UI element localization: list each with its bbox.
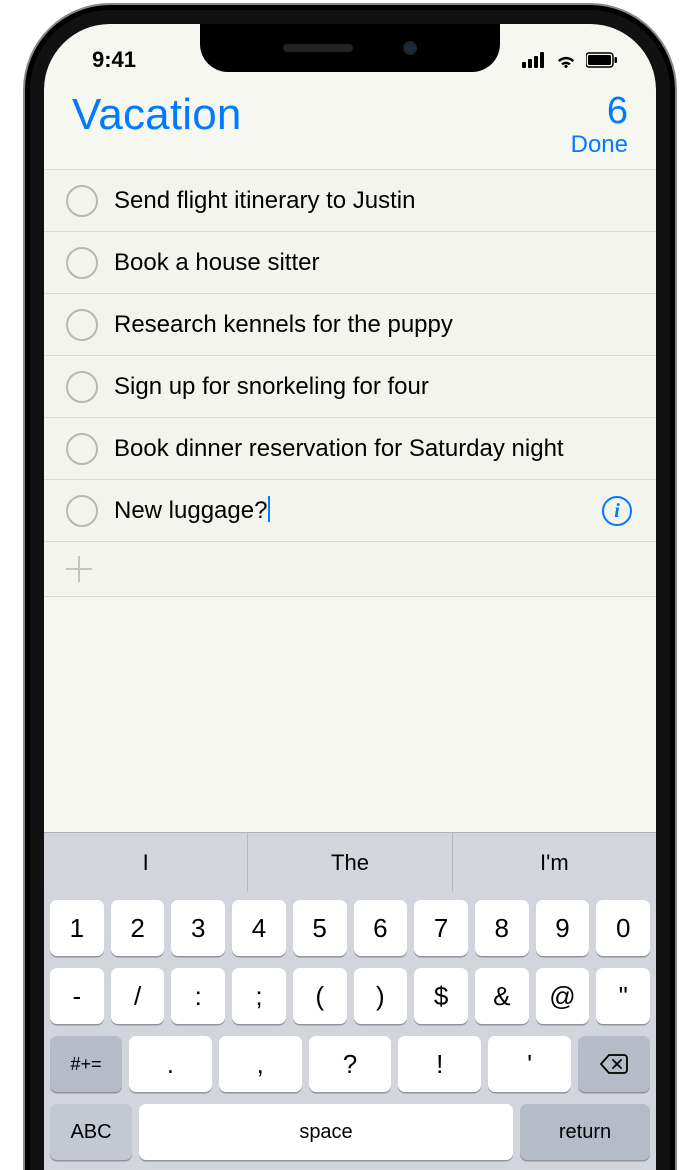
suggestion[interactable]: The [248,833,452,892]
key[interactable]: $ [414,968,468,1024]
battery-icon [586,52,618,68]
reminder-text[interactable]: New luggage? [114,494,634,526]
key[interactable]: / [111,968,165,1024]
suggestion[interactable]: I'm [453,833,656,892]
key[interactable]: 2 [111,900,165,956]
key[interactable]: ' [488,1036,571,1092]
key[interactable]: . [129,1036,212,1092]
key[interactable]: 3 [171,900,225,956]
reminder-count: 6 [571,90,628,133]
key[interactable]: 7 [414,900,468,956]
iphone-frame: 9:41 Vacation 6 Done Send flight itinera… [30,10,670,1170]
reminder-row[interactable]: iNew luggage? [44,479,656,541]
symbols-key[interactable]: #+= [50,1036,122,1092]
key[interactable]: ; [232,968,286,1024]
keyboard-area: ITheI'm 1234567890 -/:;()$&@" #+= .,?!' … [44,832,656,1170]
key[interactable]: 8 [475,900,529,956]
reminder-row[interactable]: Research kennels for the puppy [44,293,656,355]
keyboard: 1234567890 -/:;()$&@" #+= .,?!' ABC spac… [44,892,656,1170]
key[interactable]: & [475,968,529,1024]
status-time: 9:41 [92,47,136,73]
return-key[interactable]: return [520,1104,650,1160]
key-row-1: 1234567890 [50,900,650,956]
predictive-bar: ITheI'm [44,832,656,892]
reminder-row[interactable]: Book a house sitter [44,231,656,293]
list-header: Vacation 6 Done [44,84,656,169]
text-cursor [268,496,270,522]
speaker-grille [283,44,353,52]
add-reminder-row[interactable] [44,541,656,597]
key-row-2: -/:;()$&@" [50,968,650,1024]
space-key[interactable]: space [139,1104,513,1160]
key[interactable]: 4 [232,900,286,956]
wifi-icon [554,51,578,69]
key[interactable]: , [219,1036,302,1092]
key-row-4: ABC space return [50,1104,650,1160]
screen: 9:41 Vacation 6 Done Send flight itinera… [44,24,656,1170]
key[interactable]: " [596,968,650,1024]
key[interactable]: 0 [596,900,650,956]
reminder-text[interactable]: Book dinner reservation for Saturday nig… [114,432,634,464]
complete-toggle[interactable] [66,433,98,465]
key[interactable]: ( [293,968,347,1024]
abc-key[interactable]: ABC [50,1104,132,1160]
list-title: Vacation [72,90,242,140]
reminder-text[interactable]: Research kennels for the puppy [114,308,634,340]
key[interactable]: 1 [50,900,104,956]
suggestion[interactable]: I [44,833,248,892]
key[interactable]: 5 [293,900,347,956]
key[interactable]: ! [398,1036,481,1092]
key[interactable]: - [50,968,104,1024]
complete-toggle[interactable] [66,185,98,217]
reminder-text[interactable]: Book a house sitter [114,246,634,278]
key[interactable]: 6 [354,900,408,956]
info-icon[interactable]: i [602,496,632,526]
complete-toggle[interactable] [66,371,98,403]
key[interactable]: ? [309,1036,392,1092]
cellular-signal-icon [522,52,546,68]
backspace-key[interactable] [578,1036,650,1092]
key-row-3: #+= .,?!' [50,1036,650,1092]
key[interactable]: @ [536,968,590,1024]
complete-toggle[interactable] [66,495,98,527]
plus-icon [66,556,92,582]
key[interactable]: : [171,968,225,1024]
reminders-list[interactable]: Send flight itinerary to Justin Book a ho… [44,169,656,597]
reminder-row[interactable]: Sign up for snorkeling for four [44,355,656,417]
done-button[interactable]: Done [571,131,628,159]
complete-toggle[interactable] [66,247,98,279]
reminder-row[interactable]: Book dinner reservation for Saturday nig… [44,417,656,479]
complete-toggle[interactable] [66,309,98,341]
device-notch [200,24,500,72]
key[interactable]: 9 [536,900,590,956]
reminder-row[interactable]: Send flight itinerary to Justin [44,169,656,231]
front-camera [403,41,417,55]
reminder-text[interactable]: Send flight itinerary to Justin [114,184,634,216]
reminder-text[interactable]: Sign up for snorkeling for four [114,370,634,402]
status-indicators [522,51,618,69]
key[interactable]: ) [354,968,408,1024]
